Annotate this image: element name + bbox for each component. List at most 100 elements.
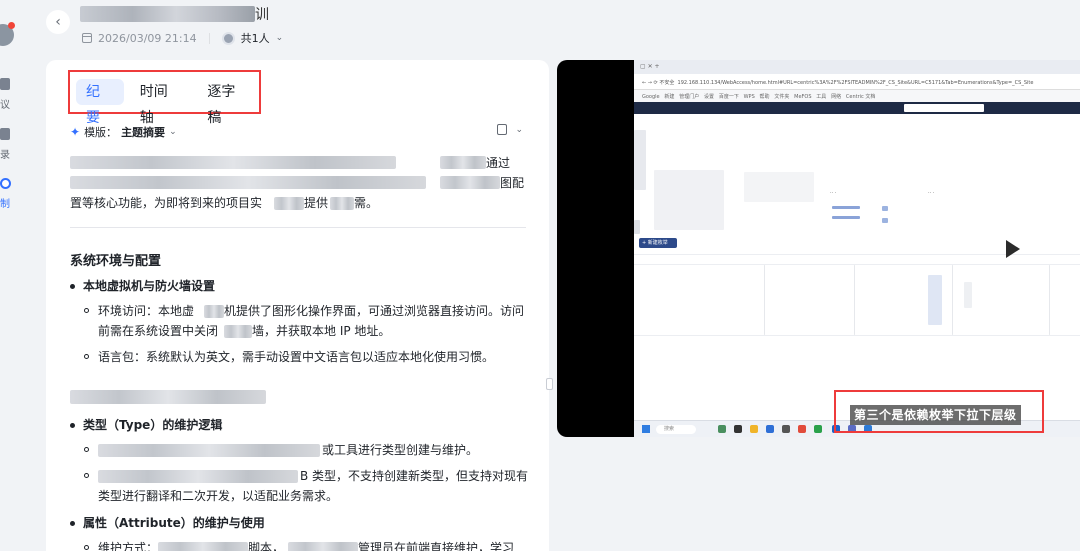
redacted-text [204, 305, 224, 318]
table-column-line [854, 265, 855, 335]
chevron-down-icon[interactable]: ⌄ [515, 125, 523, 135]
template-selector[interactable]: ✦ 模版： 主题摘要 ⌄ [70, 124, 177, 140]
browser-bookmarks: Google 新建 管理门户 设置 百度一下 WPS 帮助 文件夹 MeFOS … [634, 90, 1080, 102]
redacted-text [224, 325, 252, 338]
ai-sparkle-icon: ✦ [70, 125, 81, 139]
redacted-text [158, 542, 248, 551]
calendar-icon [82, 33, 92, 43]
meeting-meta: 2026/03/09 21:14 共1人 ⌄ [82, 30, 283, 46]
bullet-text: 环境访问：本地虚 [98, 304, 195, 318]
redacted-text [70, 156, 396, 169]
bullet-text: B 类型，不支持创建新类型，但支持对现有 [300, 469, 529, 483]
bullet [70, 284, 75, 289]
redacted-text [70, 176, 426, 189]
back-button[interactable]: ‹ [46, 10, 70, 34]
bullet [84, 308, 89, 313]
field-label: ·· · [830, 190, 837, 196]
participants-icon[interactable] [221, 31, 235, 45]
sidebar-item-label[interactable]: 录 [0, 146, 10, 161]
app-icon [734, 425, 742, 433]
blurred-region [964, 282, 972, 308]
table-column-line [764, 265, 765, 335]
chevron-down-icon[interactable]: ⌄ [169, 127, 177, 137]
taskbar-search: 搜索 [656, 425, 696, 434]
bullet-text: 类型进行翻译和二次开发，以适配业务需求。 [98, 489, 339, 503]
summary-text: 置等核心功能，为即将到来的项目实 [70, 196, 263, 210]
tab-summary[interactable]: 纪要 [76, 79, 124, 126]
redacted-text [440, 156, 486, 169]
video-subtitle: 第三个是依赖枚举下拉下层级 [850, 405, 1021, 425]
panel-resize-handle[interactable] [546, 378, 553, 390]
sidebar-item-label[interactable]: 制 [0, 195, 10, 210]
browser-address-bar: ← → ⟳ 不安全 192.168.110.134/WebAccess/home… [634, 74, 1080, 90]
page-title: 训 [255, 7, 269, 23]
tab-timeline[interactable]: 时间轴 [130, 79, 192, 126]
bullet-text: 机提供了图形化操作界面，可通过浏览器直接访问。访问 [224, 304, 525, 318]
summary-text: 需。 [354, 196, 379, 210]
summary-text: 图配 [500, 176, 525, 190]
sidebar-item-label[interactable]: 议 [0, 96, 10, 111]
blurred-region [634, 130, 646, 190]
summary-text: 通过 [486, 156, 511, 170]
subsection-title: 本地虚拟机与防火墙设置 [70, 277, 215, 294]
copy-icon[interactable] [497, 124, 508, 135]
create-icon[interactable] [0, 178, 11, 189]
bullet [84, 447, 89, 452]
bullet-text: 前需在系统设置中关闭 [98, 324, 219, 338]
table-bottom-line [634, 335, 1080, 336]
summary-panel: 纪要 时间轴 逐字稿 ✦ 模版： 主题摘要 ⌄ ⌄ 通过 图配 置等核心功能，为… [46, 60, 549, 551]
summary-text: 提供 [304, 196, 329, 210]
subsection-title: 类型（Type）的维护逻辑 [70, 416, 222, 433]
redacted-text [288, 542, 358, 551]
app-navbar [634, 102, 1080, 114]
redacted-heading [70, 390, 266, 404]
notification-dot [8, 22, 15, 29]
section-heading: 系统环境与配置 [70, 254, 162, 269]
app-search [904, 104, 984, 112]
chevron-down-icon[interactable]: ⌄ [276, 33, 284, 43]
blurred-region [634, 220, 640, 234]
new-enum-button: + 新建枚举值... [639, 238, 677, 256]
checkbox-placeholder [882, 206, 888, 211]
redacted-text [98, 470, 298, 483]
divider [70, 227, 526, 228]
divider [208, 32, 210, 44]
redacted-text [330, 197, 354, 210]
participants-count[interactable]: 共1人 [241, 30, 270, 46]
link-placeholder [832, 216, 860, 219]
redacted-text [440, 176, 500, 189]
app-icon [782, 425, 790, 433]
field-label: ·· · [928, 190, 935, 196]
app-icon [766, 425, 774, 433]
play-icon[interactable] [1006, 240, 1020, 258]
bullet-text: 管理员在前端直接维护，学习 [358, 541, 515, 551]
redacted-text [98, 444, 320, 457]
chevron-left-icon: ‹ [55, 14, 61, 30]
meeting-date: 2026/03/09 21:14 [98, 31, 197, 45]
blurred-region [654, 170, 724, 230]
bullet [70, 521, 75, 526]
meeting-icon[interactable] [0, 78, 10, 90]
left-rail: 议 录 制 [0, 0, 18, 551]
subsection-title: 属性（Attribute）的维护与使用 [70, 514, 265, 531]
table-column-line [1049, 265, 1050, 335]
app-icon [718, 425, 726, 433]
video-frame: ▢ ✕ + ← → ⟳ 不安全 192.168.110.134/WebAcces… [634, 60, 1080, 437]
tab-bar: 纪要 时间轴 逐字稿 [68, 70, 261, 126]
tab-transcript[interactable]: 逐字稿 [197, 79, 259, 126]
template-value[interactable]: 主题摘要 [121, 124, 165, 140]
table-header-line [634, 264, 1080, 265]
blurred-region [744, 172, 814, 202]
page-title-redacted [80, 6, 255, 22]
video-player[interactable]: ▢ ✕ + ← → ⟳ 不安全 192.168.110.134/WebAcces… [557, 60, 1080, 437]
folder-icon [750, 425, 758, 433]
bullet [70, 423, 75, 428]
summary-tools: ⌄ [497, 124, 523, 135]
bullet [84, 354, 89, 359]
redacted-text [274, 197, 304, 210]
record-icon[interactable] [0, 128, 10, 140]
windows-start-icon [642, 425, 650, 433]
template-label: 模版： [84, 126, 118, 139]
browser-tab-strip: ▢ ✕ + [634, 60, 1080, 74]
bullet [84, 473, 89, 478]
